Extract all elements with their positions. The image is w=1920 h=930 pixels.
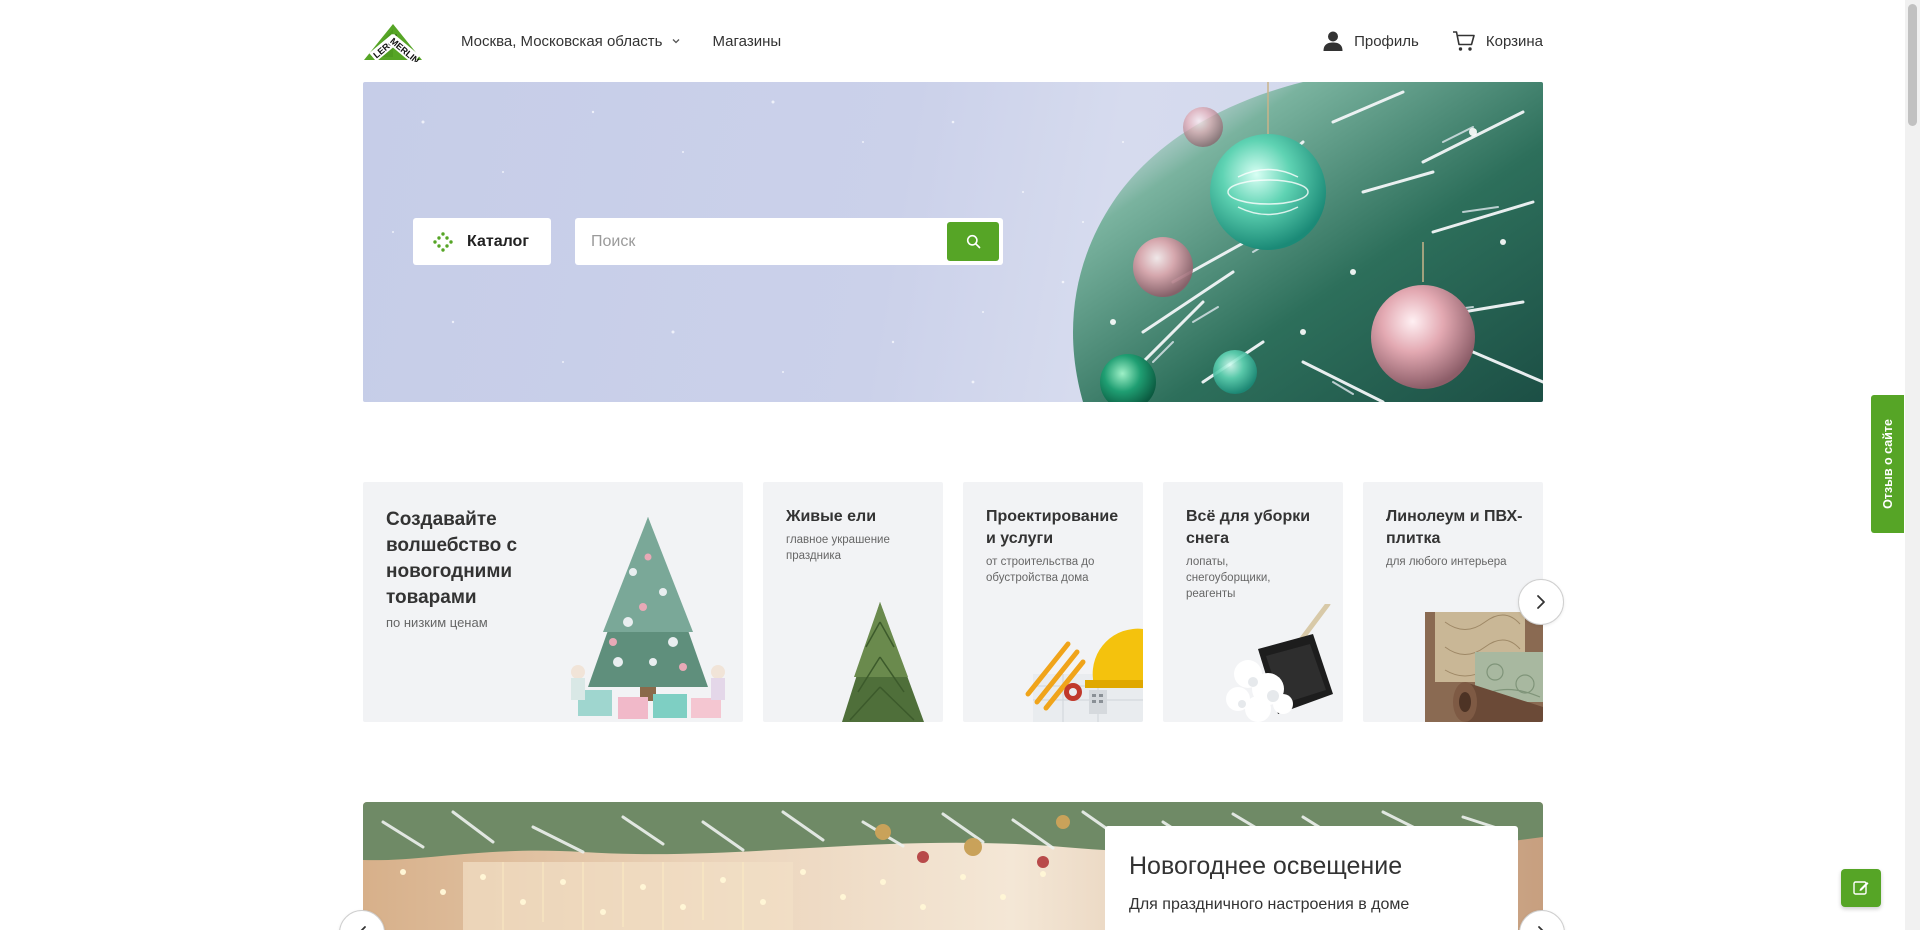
- card-linoleum[interactable]: Линолеум и ПВХ-плитка для любого интерье…: [1363, 482, 1543, 722]
- decorated-tree-image: [571, 517, 725, 719]
- region-label: Москва, Московская область: [461, 32, 663, 50]
- chevron-left-icon: [360, 926, 366, 930]
- search-input[interactable]: [575, 218, 947, 265]
- profile-link[interactable]: Профиль: [1322, 30, 1419, 52]
- card-title: Проектирование и услуги: [986, 508, 1119, 547]
- edit-feedback-button[interactable]: [1841, 869, 1881, 907]
- card-subtitle: по низким ценам: [386, 615, 488, 630]
- card-title: Всё для уборки снега: [1186, 508, 1311, 547]
- linoleum-rolls-image: [1425, 612, 1543, 722]
- hero-banner: Каталог: [363, 82, 1543, 402]
- cart-icon: [1452, 31, 1475, 51]
- feedback-label: Отзыв о сайте: [1880, 419, 1895, 509]
- search-icon: [966, 234, 980, 249]
- card-new-year-goods[interactable]: Создавайте волшебство с новогодними това…: [363, 482, 743, 722]
- chevron-right-icon: [1538, 926, 1544, 930]
- promo-banner: Новогоднее освещение Для праздничного на…: [363, 802, 1543, 930]
- user-icon: [1323, 31, 1343, 51]
- card-title: Создавайте волшебство с новогодними това…: [386, 509, 518, 608]
- search-button[interactable]: [947, 222, 999, 261]
- fir-tree-image: [842, 602, 924, 722]
- card-subtitle: для любого интерьера: [1386, 556, 1507, 568]
- catalog-button[interactable]: Каталог: [413, 218, 551, 265]
- chevron-right-icon: [1537, 595, 1545, 609]
- promo-title: Новогоднее освещение: [1129, 852, 1403, 880]
- helmet-and-tools-image: [1025, 628, 1143, 722]
- catalog-label: Каталог: [467, 232, 529, 250]
- promo-card[interactable]: Новогоднее освещение Для праздничного на…: [1105, 826, 1518, 930]
- snow-shovel-image: [1226, 604, 1333, 722]
- catalog-dots-icon: [433, 231, 453, 252]
- chevron-down-icon: [672, 39, 679, 44]
- stores-link[interactable]: Магазины: [713, 33, 782, 50]
- cart-label: Корзина: [1485, 32, 1543, 50]
- card-design-services[interactable]: Проектирование и услуги от строительства…: [963, 482, 1143, 722]
- page-scrollbar[interactable]: [1905, 0, 1920, 930]
- card-subtitle: от строительства до обустройства дома: [986, 556, 1095, 584]
- search-bar: [575, 218, 1003, 265]
- christmas-tree-ornaments-image: [1073, 82, 1543, 402]
- edit-icon: [1853, 881, 1869, 895]
- scrollbar-thumb[interactable]: [1908, 4, 1917, 126]
- card-subtitle: лопаты, снегоуборщики, реагенты: [1186, 556, 1271, 600]
- cart-link[interactable]: Корзина: [1452, 30, 1543, 52]
- site-header: LEROY MERLIN Москва, Московская область …: [362, 12, 1543, 70]
- promo-subtitle: Для праздничного настроения в доме: [1129, 896, 1410, 913]
- card-live-firs[interactable]: Живые ели главное украшение праздника: [763, 482, 943, 722]
- category-carousel: Создавайте волшебство с новогодними това…: [363, 482, 1564, 722]
- region-selector[interactable]: Москва, Московская область: [461, 33, 681, 50]
- leroy-merlin-logo[interactable]: LEROY MERLIN: [362, 20, 424, 66]
- site-feedback-tab[interactable]: Отзыв о сайте: [1871, 395, 1904, 533]
- card-snow-cleaning[interactable]: Всё для уборки снега лопаты, снегоуборщи…: [1163, 482, 1343, 722]
- profile-label: Профиль: [1354, 32, 1419, 50]
- card-subtitle: главное украшение праздника: [786, 534, 890, 562]
- card-title: Живые ели: [786, 508, 877, 525]
- carousel-next-button[interactable]: [1518, 579, 1564, 625]
- card-title: Линолеум и ПВХ-плитка: [1386, 508, 1523, 547]
